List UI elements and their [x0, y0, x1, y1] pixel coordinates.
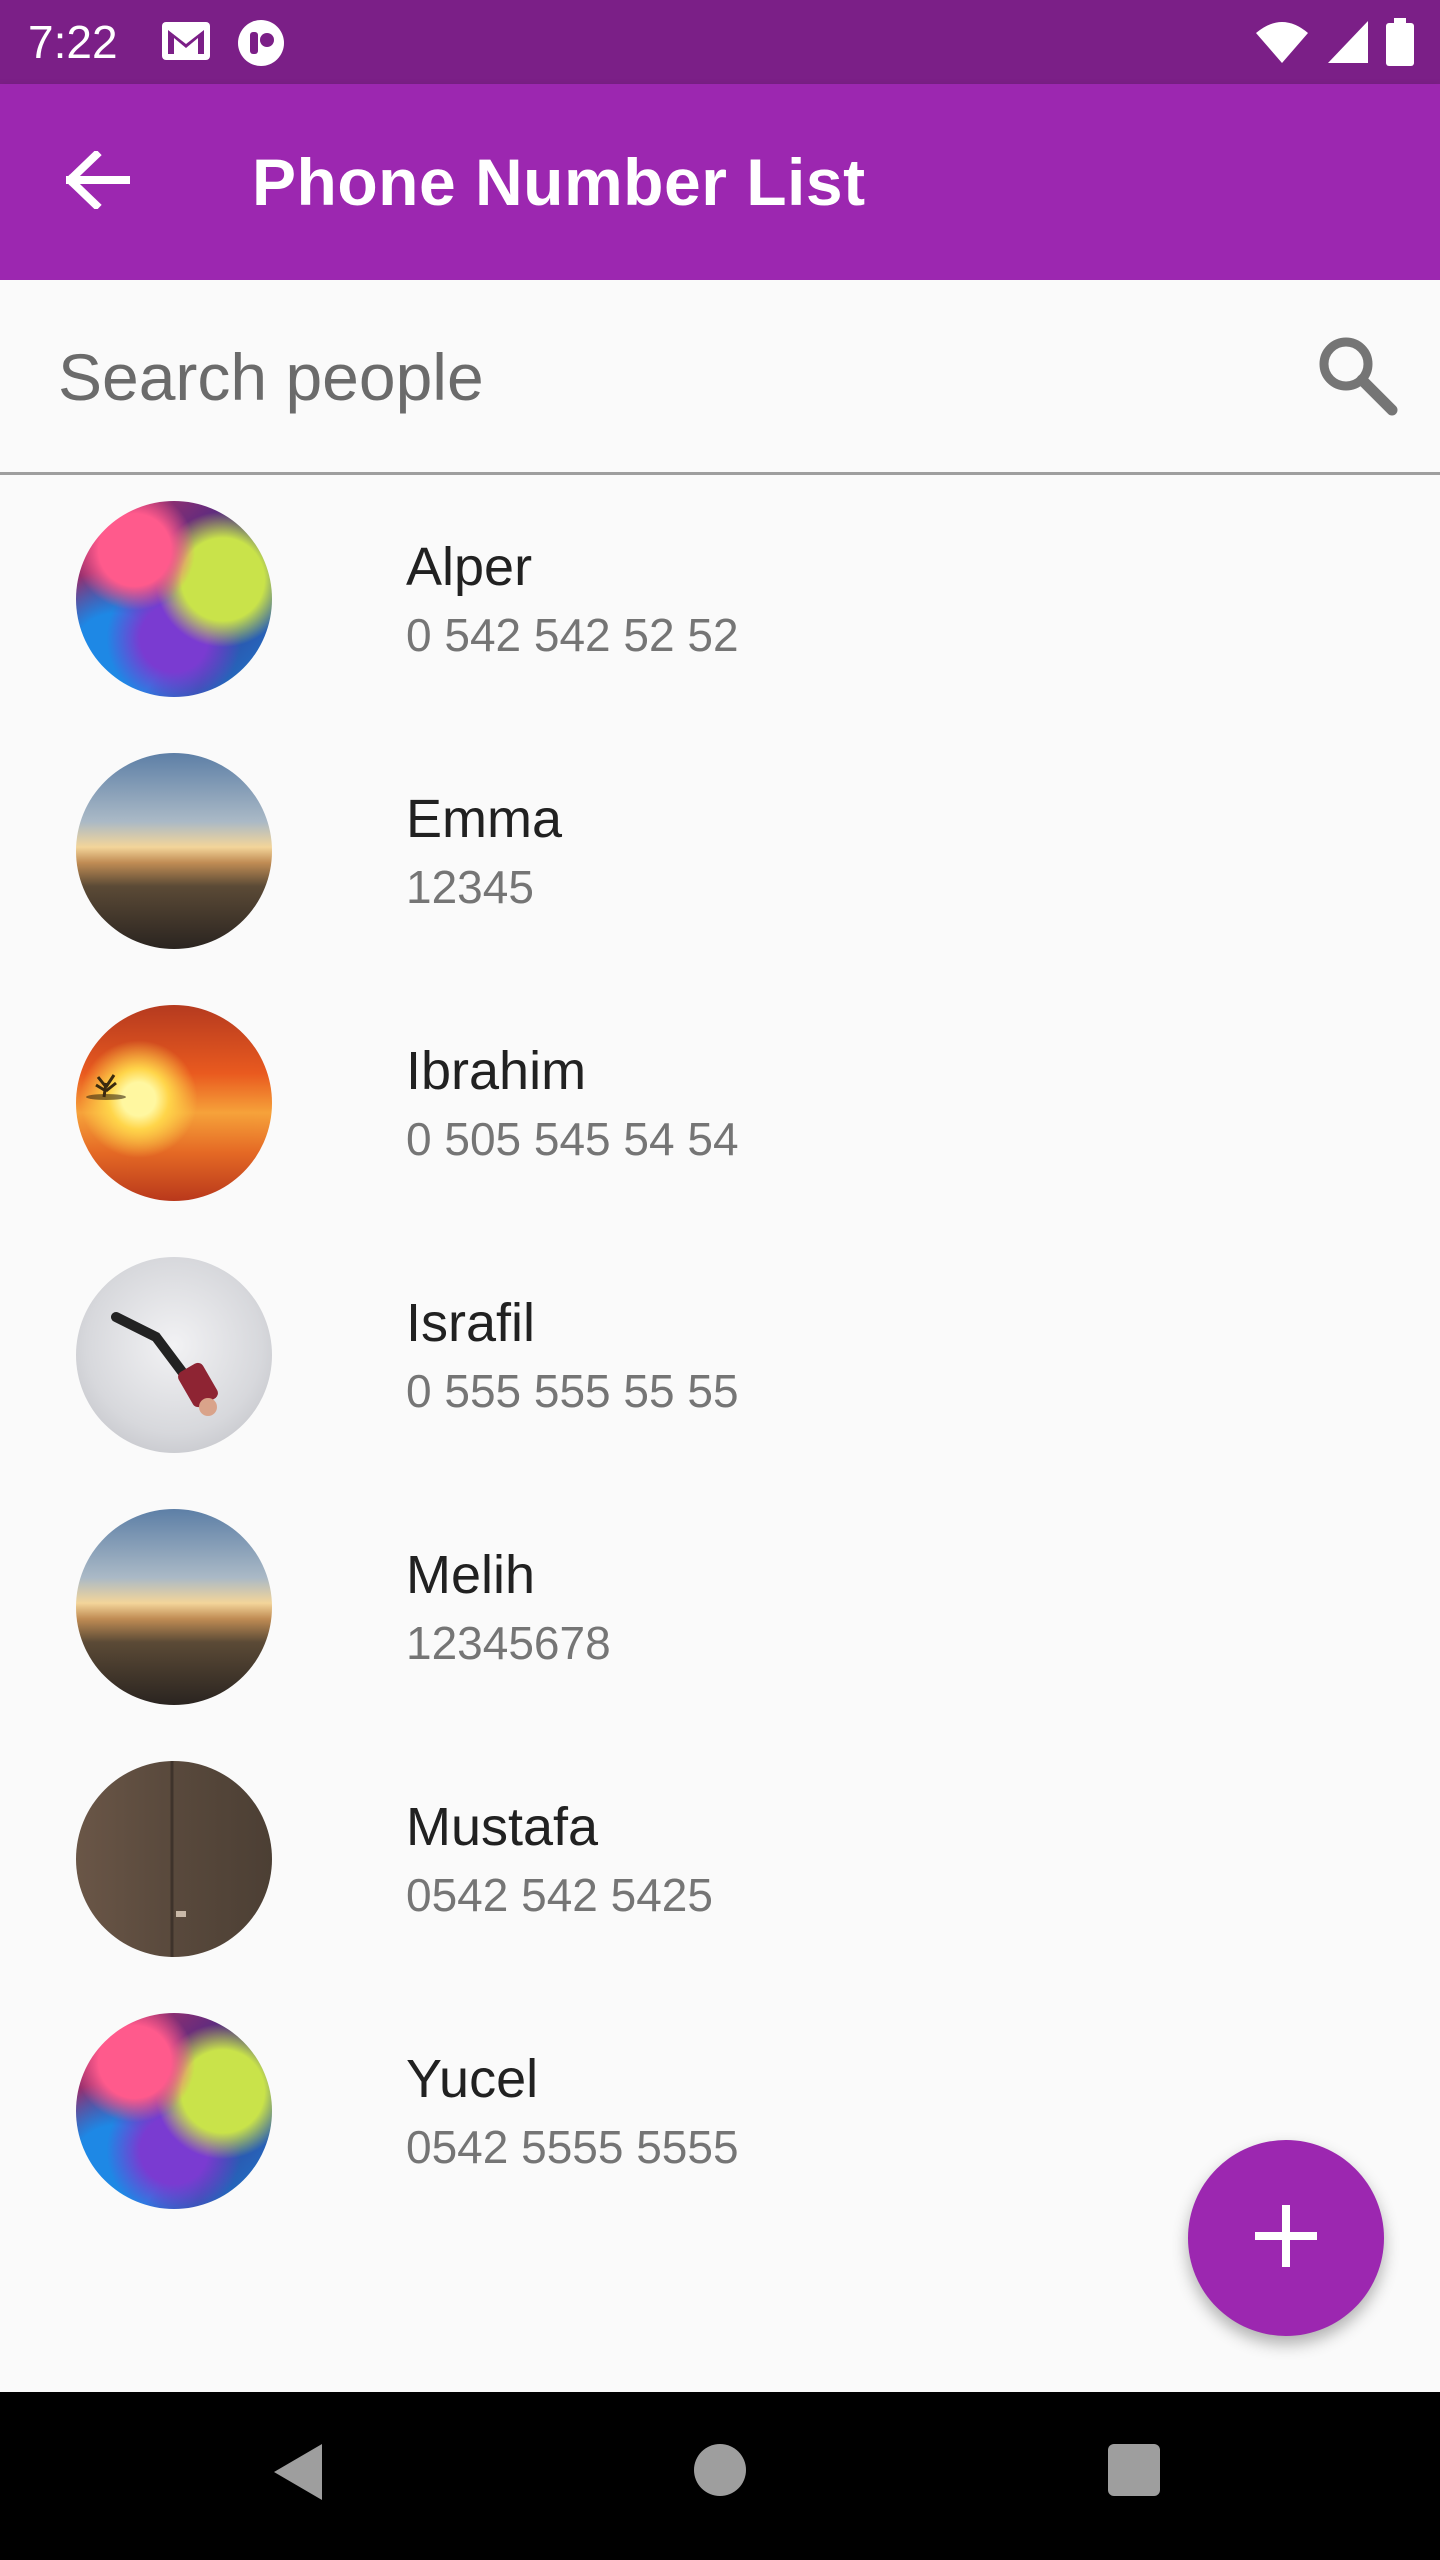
contact-name: Mustafa	[406, 1797, 599, 1857]
notification-app-icon	[236, 18, 286, 73]
list-item[interactable]: Melih 12345678	[0, 1483, 1440, 1735]
contact-phone: 0 555 555 55 55	[406, 1365, 739, 1417]
search-bar	[0, 280, 1440, 475]
list-item[interactable]: Mustafa 0542 542 5425	[0, 1735, 1440, 1987]
home-circle-icon[interactable]	[694, 2444, 746, 2496]
app-bar: Phone Number List	[0, 84, 1440, 280]
contact-phone: 0542 5555 5555	[406, 2121, 739, 2173]
contact-name: Yucel	[406, 2049, 539, 2109]
search-input[interactable]	[56, 328, 1240, 426]
avatar	[76, 753, 272, 949]
avatar	[76, 1257, 272, 1453]
battery-icon	[1386, 18, 1414, 71]
contact-phone: 0 505 545 54 54	[406, 1113, 739, 1165]
list-item[interactable]: Israfil 0 555 555 55 55	[0, 1231, 1440, 1483]
page-title: Phone Number List	[252, 145, 866, 219]
gmail-icon	[160, 18, 212, 73]
contact-phone: 12345678	[406, 1617, 611, 1669]
add-contact-button[interactable]	[1188, 2140, 1384, 2336]
status-bar: 7:22	[0, 0, 1440, 84]
list-item[interactable]: Alper 0 542 542 52 52	[0, 475, 1440, 727]
back-button[interactable]	[56, 140, 140, 224]
avatar	[76, 1005, 272, 1201]
contact-list: Alper 0 542 542 52 52 Emma 12345 Ibrahim…	[0, 475, 1440, 2239]
contact-name: Ibrahim	[406, 1041, 587, 1101]
arrow-back-icon	[64, 148, 132, 214]
avatar	[76, 1761, 272, 1957]
contact-name: Alper	[406, 537, 533, 597]
wifi-icon	[1254, 19, 1310, 70]
contact-name: Israfil	[406, 1293, 536, 1353]
contact-phone: 0 542 542 52 52	[406, 609, 739, 661]
contact-phone: 12345	[406, 861, 534, 913]
system-nav-bar	[0, 2392, 1440, 2560]
signal-icon	[1326, 19, 1370, 70]
avatar	[76, 2013, 272, 2209]
plus-icon	[1251, 2201, 1321, 2276]
contact-name: Melih	[406, 1545, 536, 1605]
search-icon[interactable]	[1312, 330, 1400, 423]
recents-square-icon[interactable]	[1108, 2444, 1160, 2496]
avatar	[76, 501, 272, 697]
contact-name: Emma	[406, 789, 563, 849]
status-time: 7:22	[28, 16, 118, 68]
list-item[interactable]: Emma 12345	[0, 727, 1440, 979]
list-item[interactable]: Ibrahim 0 505 545 54 54	[0, 979, 1440, 1231]
avatar	[76, 1509, 272, 1705]
back-triangle-icon[interactable]	[270, 2442, 326, 2507]
contact-phone: 0542 542 5425	[406, 1869, 713, 1921]
